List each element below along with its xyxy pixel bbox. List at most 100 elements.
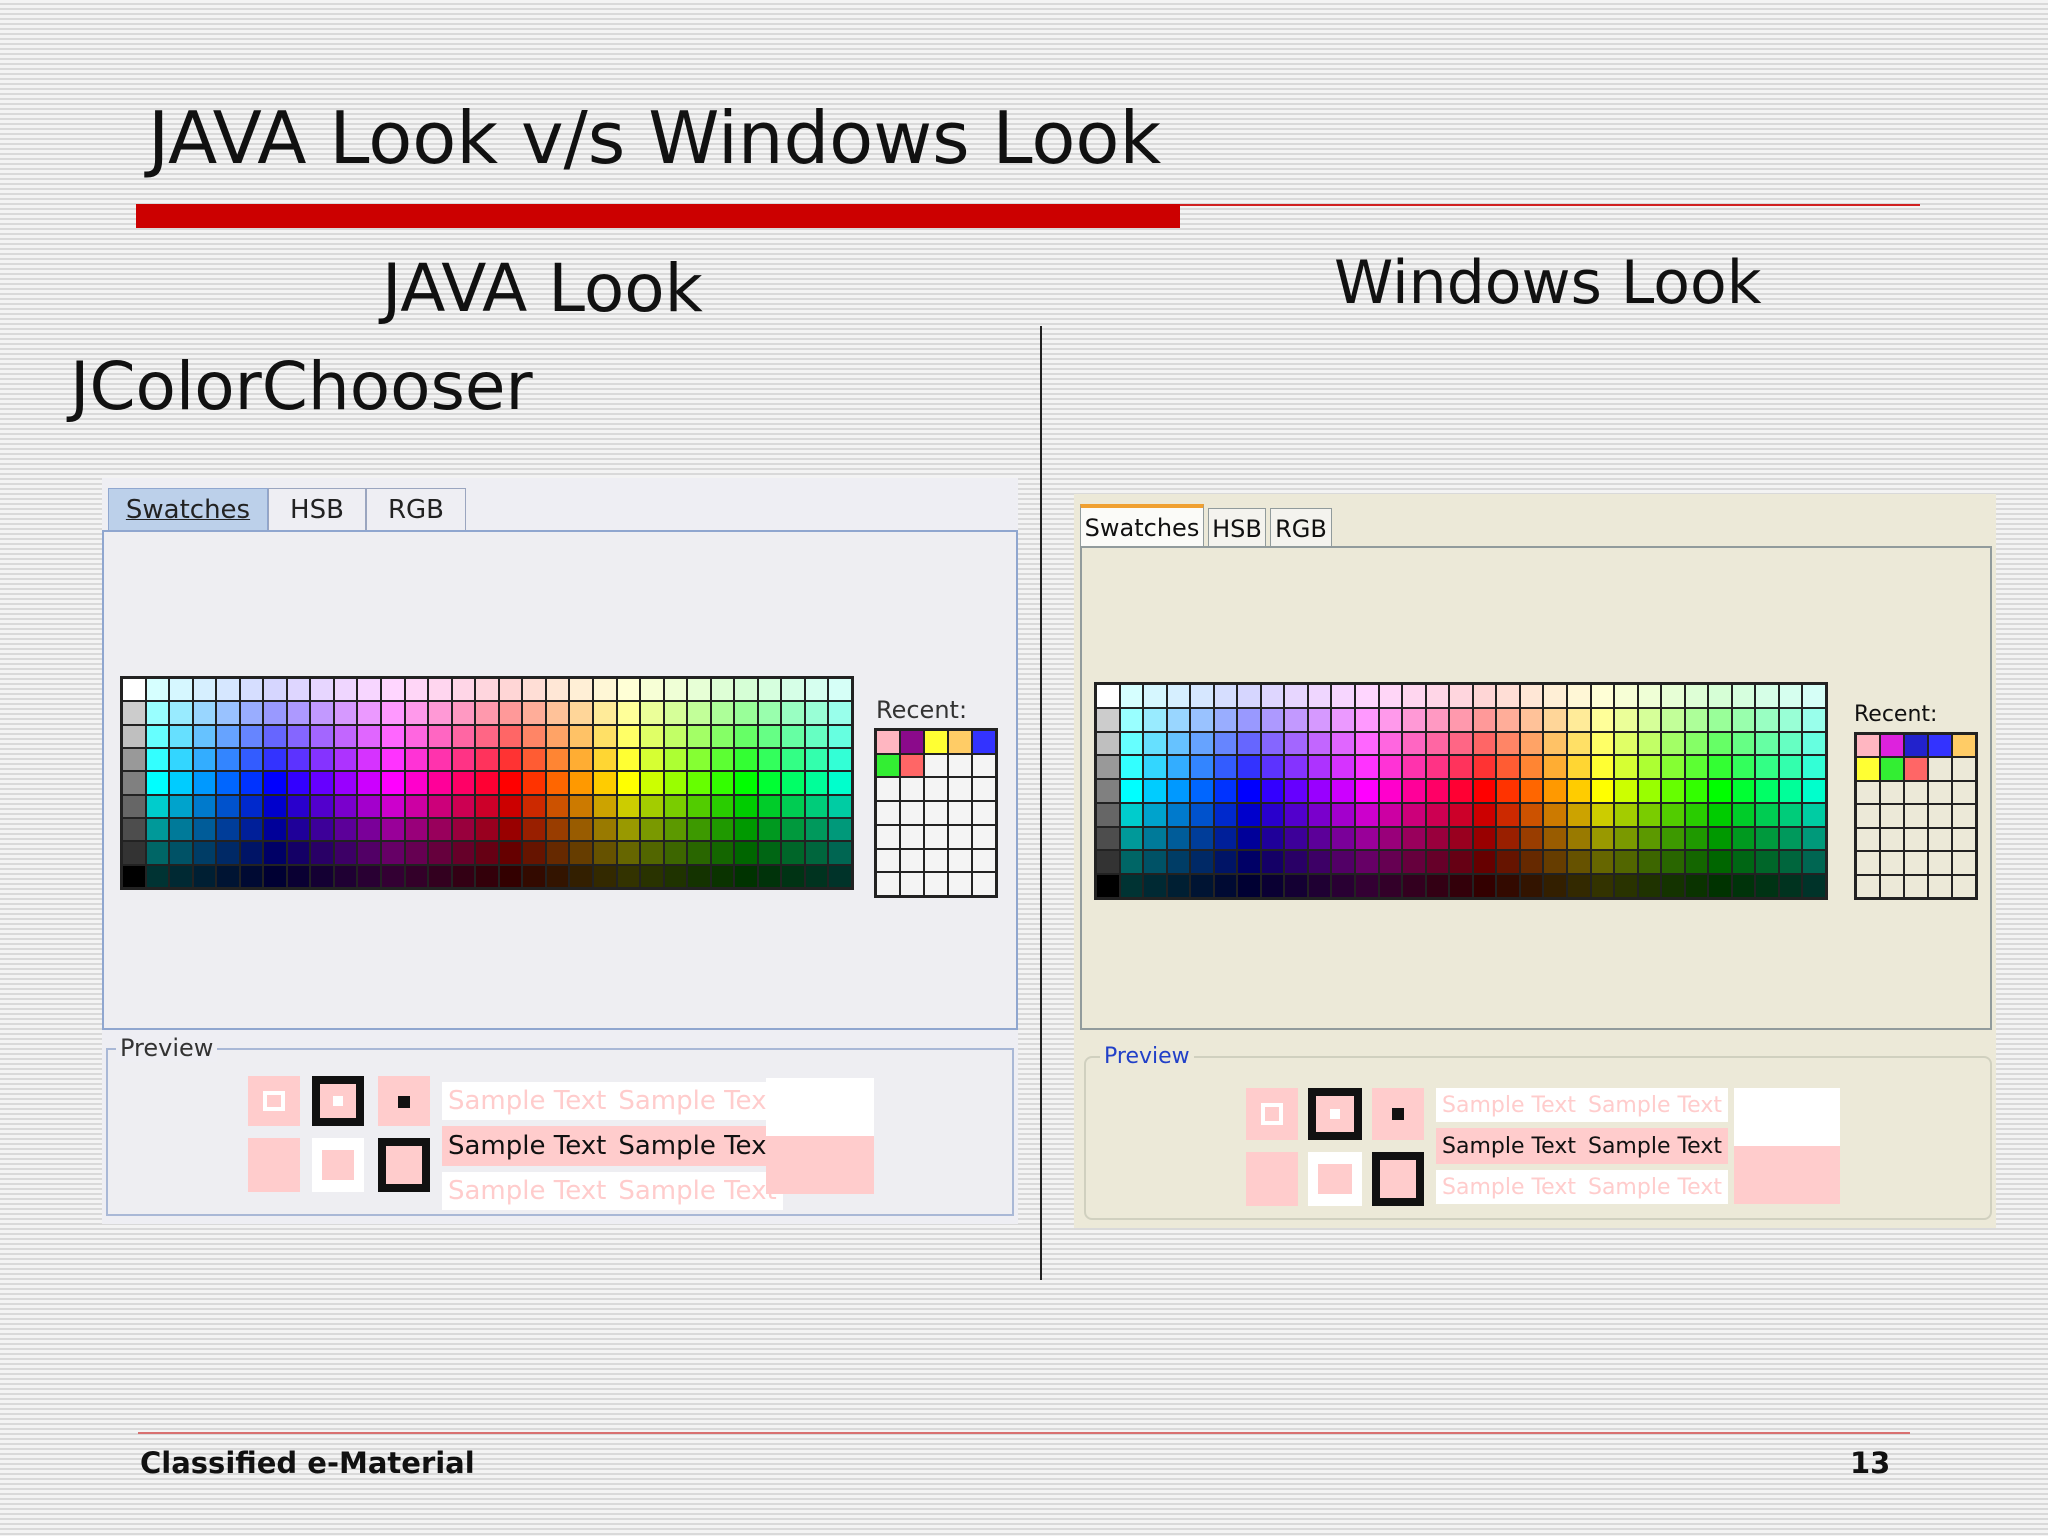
color-swatch[interactable] [1591, 685, 1614, 707]
color-swatch[interactable] [711, 679, 734, 701]
recent-swatch[interactable] [1881, 828, 1903, 851]
color-swatch[interactable] [334, 702, 357, 724]
color-swatch[interactable] [711, 702, 734, 724]
color-swatch[interactable] [1473, 708, 1496, 731]
recent-swatch[interactable] [1881, 875, 1903, 897]
color-swatch[interactable] [405, 865, 428, 887]
color-swatch[interactable] [264, 772, 286, 794]
color-swatch[interactable] [1520, 708, 1543, 731]
color-swatch[interactable] [1097, 756, 1119, 779]
color-swatch[interactable] [711, 865, 734, 887]
color-swatch[interactable] [476, 795, 498, 817]
color-swatch[interactable] [523, 679, 545, 701]
recent-swatch[interactable] [1881, 758, 1903, 780]
color-swatch[interactable] [1638, 685, 1661, 707]
color-swatch[interactable] [123, 702, 145, 724]
recent-swatch[interactable] [1905, 828, 1927, 851]
color-swatch[interactable] [1426, 827, 1449, 850]
recent-swatch[interactable] [901, 754, 923, 777]
recent-swatch[interactable] [925, 754, 947, 777]
color-swatch[interactable] [1379, 708, 1402, 731]
recent-swatch[interactable] [925, 778, 947, 801]
color-swatch[interactable] [1191, 803, 1213, 826]
color-swatch[interactable] [382, 842, 404, 864]
color-swatch[interactable] [1803, 732, 1825, 755]
color-swatch[interactable] [170, 819, 192, 841]
color-swatch[interactable] [334, 749, 357, 771]
color-swatch[interactable] [1473, 756, 1496, 779]
color-swatch[interactable] [664, 795, 687, 817]
color-swatch[interactable] [1261, 756, 1284, 779]
color-swatch[interactable] [664, 865, 687, 887]
color-swatch[interactable] [217, 819, 239, 841]
color-swatch[interactable] [1167, 851, 1190, 874]
color-swatch[interactable] [711, 842, 734, 864]
color-swatch[interactable] [1615, 708, 1637, 731]
recent-swatch[interactable] [949, 849, 971, 872]
color-swatch[interactable] [593, 749, 616, 771]
color-swatch[interactable] [1332, 732, 1355, 755]
recent-swatch[interactable] [1905, 781, 1927, 804]
color-swatch[interactable] [476, 702, 498, 724]
color-swatch[interactable] [1685, 827, 1708, 850]
color-swatch[interactable] [641, 795, 663, 817]
color-swatch[interactable] [1308, 732, 1331, 755]
color-swatch[interactable] [546, 865, 569, 887]
color-swatch[interactable] [1214, 827, 1237, 850]
color-swatch[interactable] [1567, 803, 1590, 826]
color-swatch[interactable] [499, 865, 522, 887]
recent-swatch[interactable] [973, 873, 995, 895]
color-swatch[interactable] [546, 819, 569, 841]
color-swatch[interactable] [1638, 851, 1661, 874]
color-swatch[interactable] [405, 772, 428, 794]
color-swatch[interactable] [146, 842, 169, 864]
color-swatch[interactable] [358, 702, 381, 724]
color-swatch[interactable] [264, 865, 286, 887]
color-swatch[interactable] [1356, 756, 1378, 779]
color-swatch[interactable] [1285, 732, 1307, 755]
recent-swatch[interactable] [1953, 735, 1975, 757]
color-swatch[interactable] [641, 749, 663, 771]
color-swatch[interactable] [1756, 708, 1778, 731]
color-swatch[interactable] [829, 702, 851, 724]
color-swatch[interactable] [240, 679, 263, 701]
color-swatch[interactable] [1544, 827, 1566, 850]
color-swatch[interactable] [1097, 851, 1119, 874]
color-swatch[interactable] [1144, 851, 1166, 874]
color-swatch[interactable] [664, 842, 687, 864]
color-swatch[interactable] [1097, 875, 1119, 897]
color-swatch[interactable] [1732, 732, 1755, 755]
recent-swatch[interactable] [877, 802, 899, 824]
recent-swatch[interactable] [877, 825, 899, 848]
color-swatch[interactable] [1779, 708, 1802, 731]
color-swatch[interactable] [1167, 827, 1190, 850]
recent-swatch[interactable] [949, 754, 971, 777]
color-swatch[interactable] [1426, 732, 1449, 755]
color-swatch[interactable] [499, 842, 522, 864]
recent-swatch[interactable] [1929, 781, 1951, 804]
recent-swatch[interactable] [973, 731, 995, 753]
color-swatch[interactable] [1308, 875, 1331, 897]
color-swatch[interactable] [1756, 756, 1778, 779]
color-swatch[interactable] [1662, 827, 1684, 850]
color-swatch[interactable] [1426, 875, 1449, 897]
color-swatch[interactable] [758, 842, 781, 864]
color-swatch[interactable] [735, 865, 757, 887]
color-swatch[interactable] [1450, 732, 1472, 755]
color-swatch[interactable] [1709, 827, 1731, 850]
color-swatch[interactable] [1332, 756, 1355, 779]
recent-swatch[interactable] [925, 849, 947, 872]
color-swatch[interactable] [570, 819, 592, 841]
color-swatch[interactable] [405, 749, 428, 771]
recent-swatch[interactable] [1929, 735, 1951, 757]
color-swatch[interactable] [123, 795, 145, 817]
color-swatch[interactable] [476, 819, 498, 841]
color-swatch[interactable] [664, 749, 687, 771]
color-swatch[interactable] [405, 819, 428, 841]
color-swatch[interactable] [617, 702, 640, 724]
color-swatch[interactable] [735, 702, 757, 724]
color-swatch[interactable] [1308, 685, 1331, 707]
color-swatch[interactable] [1120, 780, 1143, 802]
color-swatch[interactable] [1261, 685, 1284, 707]
color-swatch[interactable] [523, 819, 545, 841]
